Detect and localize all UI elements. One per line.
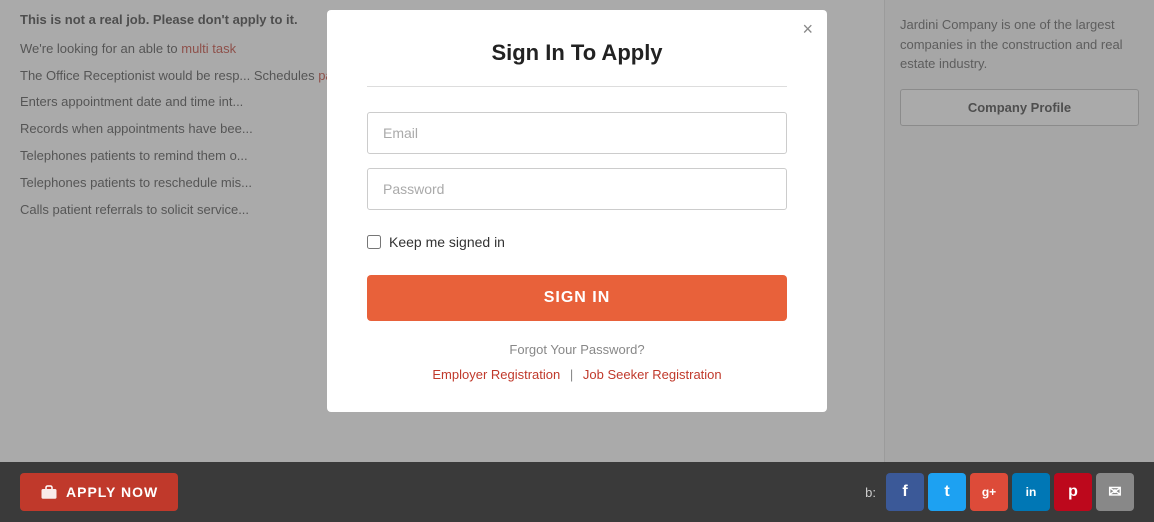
- linkedin-icon[interactable]: in: [1012, 473, 1050, 511]
- bottom-bar: APPLY NOW b: f t g+ in p ✉: [0, 462, 1154, 522]
- modal-divider: [367, 86, 787, 87]
- modal-title: Sign In To Apply: [367, 40, 787, 66]
- apply-now-label: APPLY NOW: [66, 484, 158, 500]
- social-icons-group: f t g+ in p ✉: [886, 473, 1134, 511]
- job-seeker-registration-link[interactable]: Job Seeker Registration: [583, 367, 722, 382]
- forgot-password-container: Forgot Your Password?: [367, 341, 787, 357]
- employer-registration-link[interactable]: Employer Registration: [432, 367, 560, 382]
- sign-in-modal: × Sign In To Apply Keep me signed in SIG…: [327, 10, 827, 412]
- links-divider: |: [570, 367, 573, 382]
- email-input[interactable]: [367, 112, 787, 154]
- forgot-password-link[interactable]: Forgot Your Password?: [509, 342, 644, 357]
- sign-in-button[interactable]: SIGN IN: [367, 275, 787, 321]
- close-button[interactable]: ×: [802, 20, 813, 38]
- keep-signed-container: Keep me signed in: [367, 234, 787, 250]
- modal-links-container: Employer Registration | Job Seeker Regis…: [367, 367, 787, 382]
- facebook-icon[interactable]: f: [886, 473, 924, 511]
- google-plus-icon[interactable]: g+: [970, 473, 1008, 511]
- briefcase-icon: [40, 483, 58, 501]
- pinterest-icon[interactable]: p: [1054, 473, 1092, 511]
- password-input[interactable]: [367, 168, 787, 210]
- keep-signed-checkbox[interactable]: [367, 235, 381, 249]
- apply-now-button[interactable]: APPLY NOW: [20, 473, 178, 511]
- share-label: b:: [865, 485, 876, 500]
- email-icon[interactable]: ✉: [1096, 473, 1134, 511]
- twitter-icon[interactable]: t: [928, 473, 966, 511]
- keep-signed-label: Keep me signed in: [389, 234, 505, 250]
